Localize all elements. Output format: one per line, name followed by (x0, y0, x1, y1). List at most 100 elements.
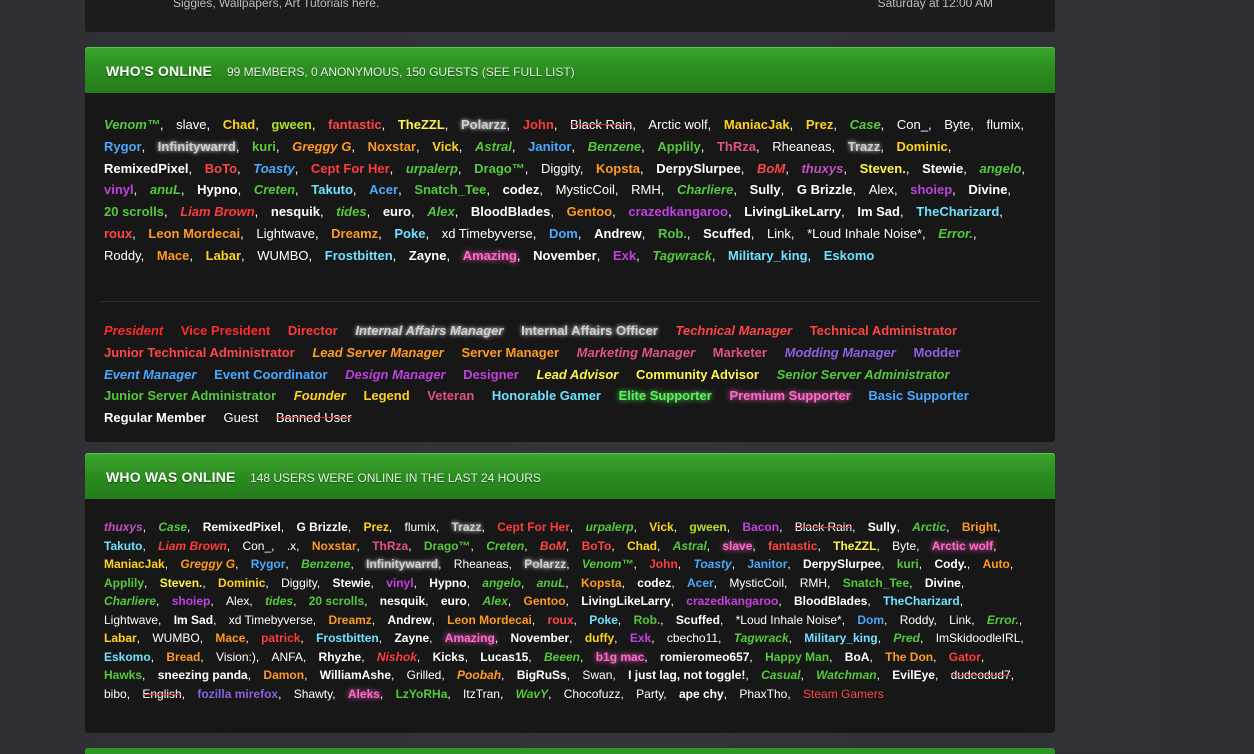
recent-user-link[interactable]: bibo (104, 687, 127, 701)
recent-user-link[interactable]: Party (636, 687, 663, 701)
recent-user-link[interactable]: Greggy G (180, 557, 235, 571)
online-user-link[interactable]: Snatch_Tee (414, 182, 486, 197)
online-user-link[interactable]: Alex (869, 182, 894, 197)
recent-user-link[interactable]: Bright (962, 520, 997, 534)
recent-user-link[interactable]: MysticCoil (729, 576, 784, 590)
recent-user-link[interactable]: patrick (261, 631, 300, 645)
recent-user-link[interactable]: Beeen (544, 650, 580, 664)
online-user-link[interactable]: Venom™ (104, 117, 160, 132)
recent-user-link[interactable]: Alex (226, 594, 249, 608)
online-user-link[interactable]: Black Rain (570, 117, 632, 132)
online-user-link[interactable]: Dominic (896, 139, 947, 154)
online-user-link[interactable]: slave (176, 117, 206, 132)
recent-user-link[interactable]: TheCharizard (883, 594, 960, 608)
recent-user-link[interactable]: angelo (482, 576, 521, 590)
recent-user-link[interactable]: 20 scrolls (309, 594, 364, 608)
online-user-link[interactable]: Diggity (541, 161, 580, 176)
recent-user-link[interactable]: BigRuSs (517, 668, 567, 682)
online-user-link[interactable]: Janitor (528, 139, 571, 154)
online-user-link[interactable]: kuri (252, 139, 276, 154)
online-user-link[interactable]: Trazz (848, 139, 881, 154)
recent-user-link[interactable]: Frostbitten (316, 631, 379, 645)
online-user-link[interactable]: Scuffed (703, 226, 751, 241)
online-user-link[interactable]: Dreamz (331, 226, 378, 241)
online-user-link[interactable]: BoM (757, 161, 785, 176)
recent-user-link[interactable]: roux (548, 613, 574, 627)
recent-user-link[interactable]: Black Rain (795, 520, 852, 534)
online-user-link[interactable]: BloodBlades (471, 204, 550, 219)
recent-user-link[interactable]: Creten (486, 539, 524, 553)
recent-user-link[interactable]: English (142, 687, 181, 701)
recent-user-link[interactable]: tides (265, 594, 293, 608)
online-user-link[interactable]: euro (383, 204, 411, 219)
online-user-link[interactable]: vinyl (104, 182, 134, 197)
recent-user-link[interactable]: Bacon (742, 520, 779, 534)
online-user-link[interactable]: TheCharizard (916, 204, 999, 219)
recent-user-link[interactable]: codez (637, 576, 671, 590)
recent-user-link[interactable]: Eskomo (104, 650, 151, 664)
online-user-link[interactable]: gween (271, 117, 311, 132)
recent-user-link[interactable]: Applily (104, 576, 144, 590)
recent-user-link[interactable]: John (649, 557, 678, 571)
recent-user-link[interactable]: Astral (673, 539, 707, 553)
online-user-link[interactable]: Im Sad (857, 204, 900, 219)
recent-user-link[interactable]: Charliere (104, 594, 156, 608)
recent-user-link[interactable]: Arctic wolf (932, 539, 993, 553)
online-user-link[interactable]: roux (104, 226, 132, 241)
recent-user-link[interactable]: Tagwrack (734, 631, 789, 645)
online-user-link[interactable]: Creten (254, 182, 295, 197)
recent-user-link[interactable]: Labar (104, 631, 137, 645)
online-user-link[interactable]: Rheaneas (772, 139, 831, 154)
online-user-link[interactable]: codez (503, 182, 540, 197)
recent-user-link[interactable]: crazedkangaroo (686, 594, 778, 608)
recent-user-link[interactable]: romieromeo657 (660, 650, 749, 664)
online-user-link[interactable]: MysticCoil (556, 182, 615, 197)
recent-user-link[interactable]: Drago™ (424, 539, 471, 553)
online-user-link[interactable]: Case (850, 117, 881, 132)
online-user-link[interactable]: Toasty (253, 161, 294, 176)
recent-user-link[interactable]: .x (287, 539, 296, 553)
recent-user-link[interactable]: Chocofuzz (564, 687, 621, 701)
recent-user-link[interactable]: dudeodud7 (951, 668, 1011, 682)
recent-user-link[interactable]: Pred (893, 631, 920, 645)
online-user-link[interactable]: Dom (549, 226, 578, 241)
online-user-link[interactable]: thuxys (801, 161, 843, 176)
recent-user-link[interactable]: WavY (516, 687, 548, 701)
online-user-link[interactable]: Greggy G (292, 139, 351, 154)
online-user-link[interactable]: xd Timebyverse (442, 226, 533, 241)
recent-user-link[interactable]: DerpySlurpee (803, 557, 881, 571)
online-user-link[interactable]: 20 scrolls (104, 204, 164, 219)
online-user-link[interactable]: Acer (369, 182, 398, 197)
recent-user-link[interactable]: Lucas15 (480, 650, 528, 664)
recent-user-link[interactable]: LivingLikeLarry (581, 594, 670, 608)
recent-user-link[interactable]: Byte (892, 539, 916, 553)
online-user-link[interactable]: Cept For Her (311, 161, 390, 176)
online-user-link[interactable]: Labar (206, 248, 241, 263)
recent-user-link[interactable]: euro (441, 594, 467, 608)
recent-user-link[interactable]: Kopsta (581, 576, 622, 590)
online-user-link[interactable]: Applily (657, 139, 700, 154)
online-user-link[interactable]: nesquik (271, 204, 320, 219)
recent-user-link[interactable]: BoTo (582, 539, 612, 553)
recent-user-link[interactable]: Noxstar (312, 539, 357, 553)
online-user-link[interactable]: Liam Brown (180, 204, 254, 219)
recent-user-link[interactable]: cbecho11 (667, 631, 718, 645)
online-user-link[interactable]: *Loud Inhale Noise* (807, 226, 922, 241)
online-user-link[interactable]: November (533, 248, 597, 263)
recent-user-link[interactable]: slave (722, 539, 752, 553)
recent-user-link[interactable]: Case (158, 520, 187, 534)
recent-user-link[interactable]: Takuto (104, 539, 142, 553)
see-full-list-link[interactable]: (SEE FULL LIST) (482, 65, 575, 79)
recent-user-link[interactable]: Error. (987, 613, 1019, 627)
online-user-link[interactable]: Con_ (897, 117, 928, 132)
recent-user-link[interactable]: ANFA (272, 650, 303, 664)
recent-user-link[interactable]: duffy (585, 631, 614, 645)
online-user-link[interactable]: Rygor (104, 139, 142, 154)
online-user-link[interactable]: fantastic (328, 117, 381, 132)
recent-user-link[interactable]: Link (949, 613, 971, 627)
recent-user-link[interactable]: EvilEye (892, 668, 935, 682)
recent-user-link[interactable]: Divine (925, 576, 961, 590)
recent-user-link[interactable]: gween (689, 520, 726, 534)
recent-user-link[interactable]: Happy Man (765, 650, 829, 664)
online-user-link[interactable]: tides (336, 204, 366, 219)
